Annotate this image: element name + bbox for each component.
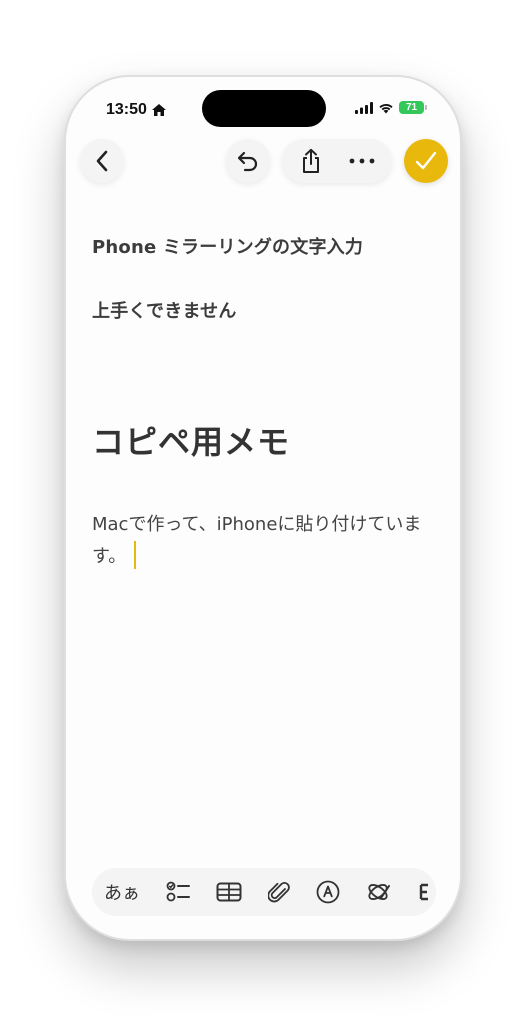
writing-tools-button[interactable] — [366, 877, 392, 907]
home-icon — [151, 104, 166, 116]
text-style-button[interactable]: あぁ — [104, 877, 140, 907]
status-time: 13:50 — [106, 101, 167, 119]
note-line-1: Phone ミラーリングの文字入力 — [92, 237, 364, 258]
table-icon — [216, 882, 242, 902]
format-toolbar: あぁ — [92, 868, 436, 916]
share-button[interactable] — [300, 148, 322, 174]
more-tools-button[interactable] — [418, 877, 430, 907]
table-button[interactable] — [216, 877, 242, 907]
note-body-text: Macで作って、iPhoneに貼り付けています。 — [92, 514, 422, 567]
note-line-2: 上手くできません — [92, 301, 237, 322]
text-style-label: あぁ — [104, 883, 140, 904]
text-cursor — [134, 541, 137, 569]
undo-button[interactable] — [226, 139, 270, 183]
paperclip-icon — [268, 882, 290, 903]
undo-icon — [237, 151, 258, 172]
phone-frame: 13:50 71 Phone ミラーリングの文字入力 上手くできません コピペ用… — [64, 75, 462, 941]
markup-icon — [316, 880, 340, 904]
note-body: Macで作って、iPhoneに貼り付けています。 — [92, 509, 442, 573]
time-label: 13:50 — [106, 101, 147, 118]
done-button[interactable] — [404, 139, 448, 183]
markup-button[interactable] — [316, 877, 340, 907]
more-tools-icon — [419, 883, 428, 901]
writing-tools-icon — [368, 884, 390, 900]
dynamic-island — [202, 90, 326, 127]
wifi-icon — [379, 103, 393, 113]
share-icon — [302, 148, 319, 173]
battery-level: 71 — [405, 102, 418, 113]
cellular-signal-icon — [355, 101, 373, 114]
action-group — [282, 139, 392, 183]
back-button[interactable] — [80, 139, 124, 183]
checkmark-icon — [415, 151, 437, 170]
battery-icon: 71 — [399, 101, 427, 114]
chevron-left-icon — [96, 150, 108, 172]
ellipsis-icon — [349, 158, 374, 164]
checklist-icon — [166, 881, 190, 902]
more-button[interactable] — [349, 158, 375, 164]
checklist-button[interactable] — [166, 877, 190, 907]
status-indicators: 71 — [355, 101, 427, 114]
attach-button[interactable] — [268, 877, 290, 907]
note-heading: コピペ用メモ — [92, 423, 291, 461]
